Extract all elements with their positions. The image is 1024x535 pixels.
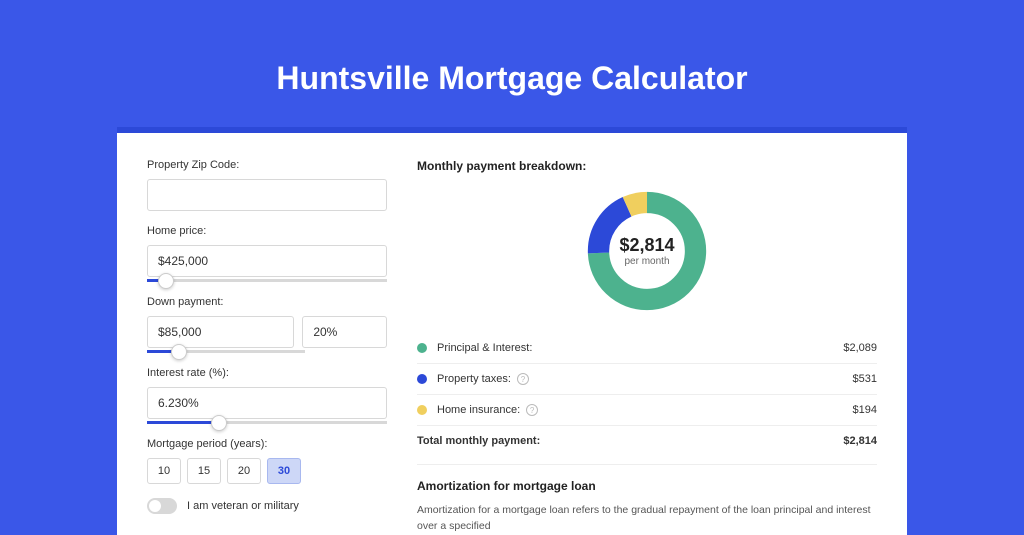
period-field-group: Mortgage period (years): 10152030 (147, 438, 387, 484)
breakdown-panel: Monthly payment breakdown: $2,814 per mo… (417, 159, 877, 535)
legend-dot (417, 374, 427, 384)
legend-value: $2,089 (843, 342, 877, 354)
down-payment-input[interactable] (147, 316, 294, 348)
legend-dot (417, 405, 427, 415)
legend-value: $194 (853, 404, 877, 416)
help-icon[interactable]: ? (517, 373, 529, 385)
legend-dot (417, 343, 427, 353)
zip-input[interactable] (147, 179, 387, 211)
home-price-slider[interactable] (147, 279, 387, 282)
calculator-card: Property Zip Code: Home price: Down paym… (117, 127, 907, 535)
period-options: 10152030 (147, 458, 387, 484)
down-payment-slider[interactable] (147, 350, 305, 353)
legend-row: Principal & Interest: $2,089 (417, 333, 877, 364)
form-panel: Property Zip Code: Home price: Down paym… (147, 159, 387, 535)
period-label: Mortgage period (years): (147, 438, 387, 450)
interest-input[interactable] (147, 387, 387, 419)
legend-label: Property taxes:? (437, 373, 529, 385)
home-price-field-group: Home price: (147, 225, 387, 282)
down-payment-slider-thumb[interactable] (171, 344, 187, 360)
down-payment-pct-input[interactable] (302, 316, 387, 348)
interest-slider[interactable] (147, 421, 387, 424)
amortization-title: Amortization for mortgage loan (417, 479, 877, 493)
donut-amount: $2,814 (619, 235, 674, 256)
home-price-label: Home price: (147, 225, 387, 237)
zip-label: Property Zip Code: (147, 159, 387, 171)
home-price-slider-thumb[interactable] (158, 273, 174, 289)
interest-slider-thumb[interactable] (211, 415, 227, 431)
interest-label: Interest rate (%): (147, 367, 387, 379)
zip-field-group: Property Zip Code: (147, 159, 387, 211)
donut-chart: $2,814 per month (583, 187, 711, 315)
legend-row: Property taxes:? $531 (417, 364, 877, 395)
legend-label: Home insurance:? (437, 404, 538, 416)
period-btn-20[interactable]: 20 (227, 458, 261, 484)
legend-value: $531 (853, 373, 877, 385)
interest-field-group: Interest rate (%): (147, 367, 387, 424)
donut-sub: per month (624, 256, 669, 267)
toggle-knob (149, 500, 161, 512)
legend-total-row: Total monthly payment: $2,814 (417, 426, 877, 456)
period-btn-10[interactable]: 10 (147, 458, 181, 484)
legend: Principal & Interest: $2,089 Property taxe… (417, 333, 877, 456)
legend-total-label: Total monthly payment: (417, 435, 540, 447)
legend-row: Home insurance:? $194 (417, 395, 877, 426)
legend-total-value: $2,814 (843, 435, 877, 447)
amortization-section: Amortization for mortgage loan Amortizat… (417, 464, 877, 535)
amortization-text: Amortization for a mortgage loan refers … (417, 503, 877, 535)
down-payment-field-group: Down payment: (147, 296, 387, 353)
period-btn-30[interactable]: 30 (267, 458, 301, 484)
down-payment-label: Down payment: (147, 296, 387, 308)
help-icon[interactable]: ? (526, 404, 538, 416)
home-price-input[interactable] (147, 245, 387, 277)
period-btn-15[interactable]: 15 (187, 458, 221, 484)
legend-label: Principal & Interest: (437, 342, 532, 354)
breakdown-title: Monthly payment breakdown: (417, 159, 877, 173)
page-title: Huntsville Mortgage Calculator (0, 0, 1024, 127)
veteran-label: I am veteran or military (187, 500, 299, 512)
